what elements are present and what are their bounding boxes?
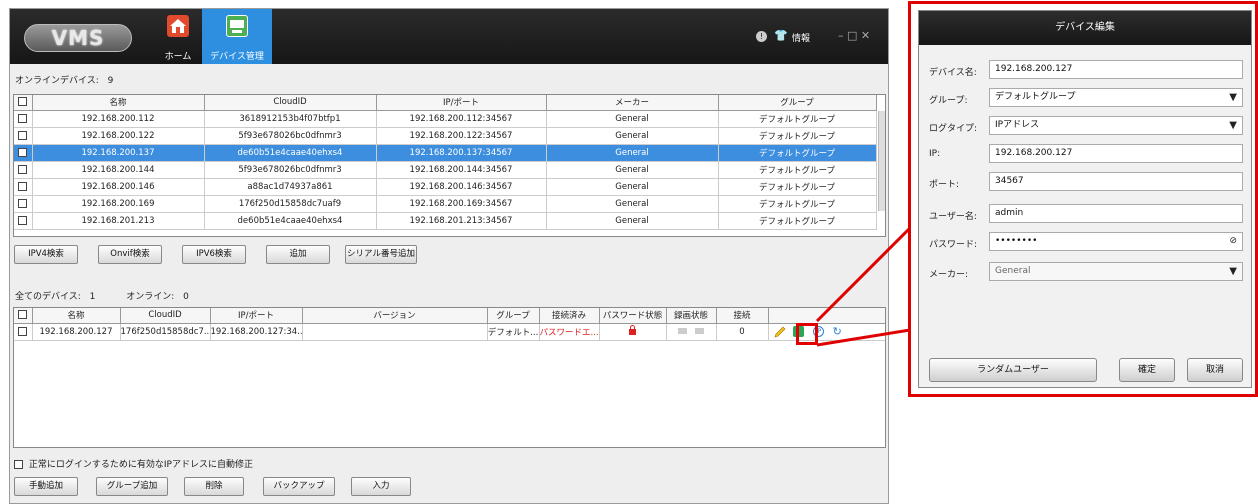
chevron-down-icon: ▼ bbox=[1229, 266, 1237, 277]
device-edit-dialog: デバイス編集 デバイス名: 192.168.200.127 グループ: デフォル… bbox=[918, 10, 1252, 388]
random-user-button[interactable]: ランダムユーザー bbox=[929, 358, 1097, 382]
password-field[interactable]: •••••••• ⊘ bbox=[989, 232, 1243, 251]
login-type-select[interactable]: IPアドレス ▼ bbox=[989, 116, 1243, 135]
device-name-field[interactable]: 192.168.200.127 bbox=[989, 60, 1243, 79]
ip-label: IP: bbox=[929, 149, 941, 159]
ip-field[interactable]: 192.168.200.127 bbox=[989, 144, 1243, 163]
cancel-button[interactable]: 取消 bbox=[1187, 358, 1243, 382]
maker-label: メーカー: bbox=[929, 270, 969, 280]
group-select[interactable]: デフォルトグループ ▼ bbox=[989, 88, 1243, 107]
chevron-down-icon: ▼ bbox=[1229, 92, 1237, 103]
login-type-label: ログタイプ: bbox=[929, 124, 978, 134]
username-label: ユーザー名: bbox=[929, 212, 977, 222]
dialog-title: デバイス編集 bbox=[919, 11, 1251, 45]
username-field[interactable]: admin bbox=[989, 204, 1243, 223]
confirm-button[interactable]: 確定 bbox=[1119, 358, 1175, 382]
maker-select[interactable]: General ▼ bbox=[989, 262, 1243, 281]
port-label: ポート: bbox=[929, 180, 960, 190]
chevron-down-icon: ▼ bbox=[1229, 120, 1237, 131]
eye-hidden-icon[interactable]: ⊘ bbox=[1229, 233, 1237, 250]
password-label: パスワード: bbox=[929, 240, 978, 250]
group-label: グループ: bbox=[929, 96, 968, 106]
port-field[interactable]: 34567 bbox=[989, 172, 1243, 191]
device-name-label: デバイス名: bbox=[929, 68, 977, 78]
